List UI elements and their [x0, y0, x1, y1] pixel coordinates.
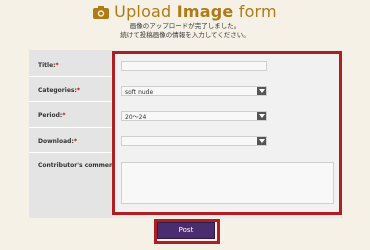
chevron-down-icon — [257, 112, 266, 120]
download-label: Download:* — [38, 138, 77, 145]
camera-icon — [93, 5, 110, 19]
subtitle-line-2: 続けて投稿画像の情報を入力してください。 — [120, 31, 250, 39]
categories-label: Categories:* — [38, 87, 81, 94]
chevron-down-icon — [257, 137, 266, 145]
row-divider — [29, 101, 112, 102]
download-select[interactable] — [121, 136, 267, 146]
title-row: Upload Image form — [0, 2, 370, 22]
post-button[interactable]: Post — [157, 222, 215, 239]
period-label: Period:* — [38, 112, 66, 119]
chevron-down-icon — [257, 87, 266, 95]
page-header: Upload Image form 画像のアップロードが完了しました。 続けて投… — [0, 0, 370, 44]
categories-select[interactable]: soft nude — [121, 86, 267, 96]
comment-label: Contributor's comment: — [38, 162, 119, 169]
title-label: Title:* — [38, 62, 59, 69]
categories-selected-value: soft nude — [125, 89, 154, 96]
comment-textarea[interactable] — [121, 162, 334, 204]
period-selected-value: 20〜24 — [125, 114, 147, 121]
row-divider — [29, 152, 112, 153]
row-divider — [29, 127, 112, 128]
page-title: Upload Image form — [114, 2, 277, 21]
title-input[interactable] — [121, 61, 267, 71]
row-divider — [29, 76, 112, 77]
period-select[interactable]: 20〜24 — [121, 111, 267, 121]
subtitle-line-1: 画像のアップロードが完了しました。 — [129, 22, 241, 30]
